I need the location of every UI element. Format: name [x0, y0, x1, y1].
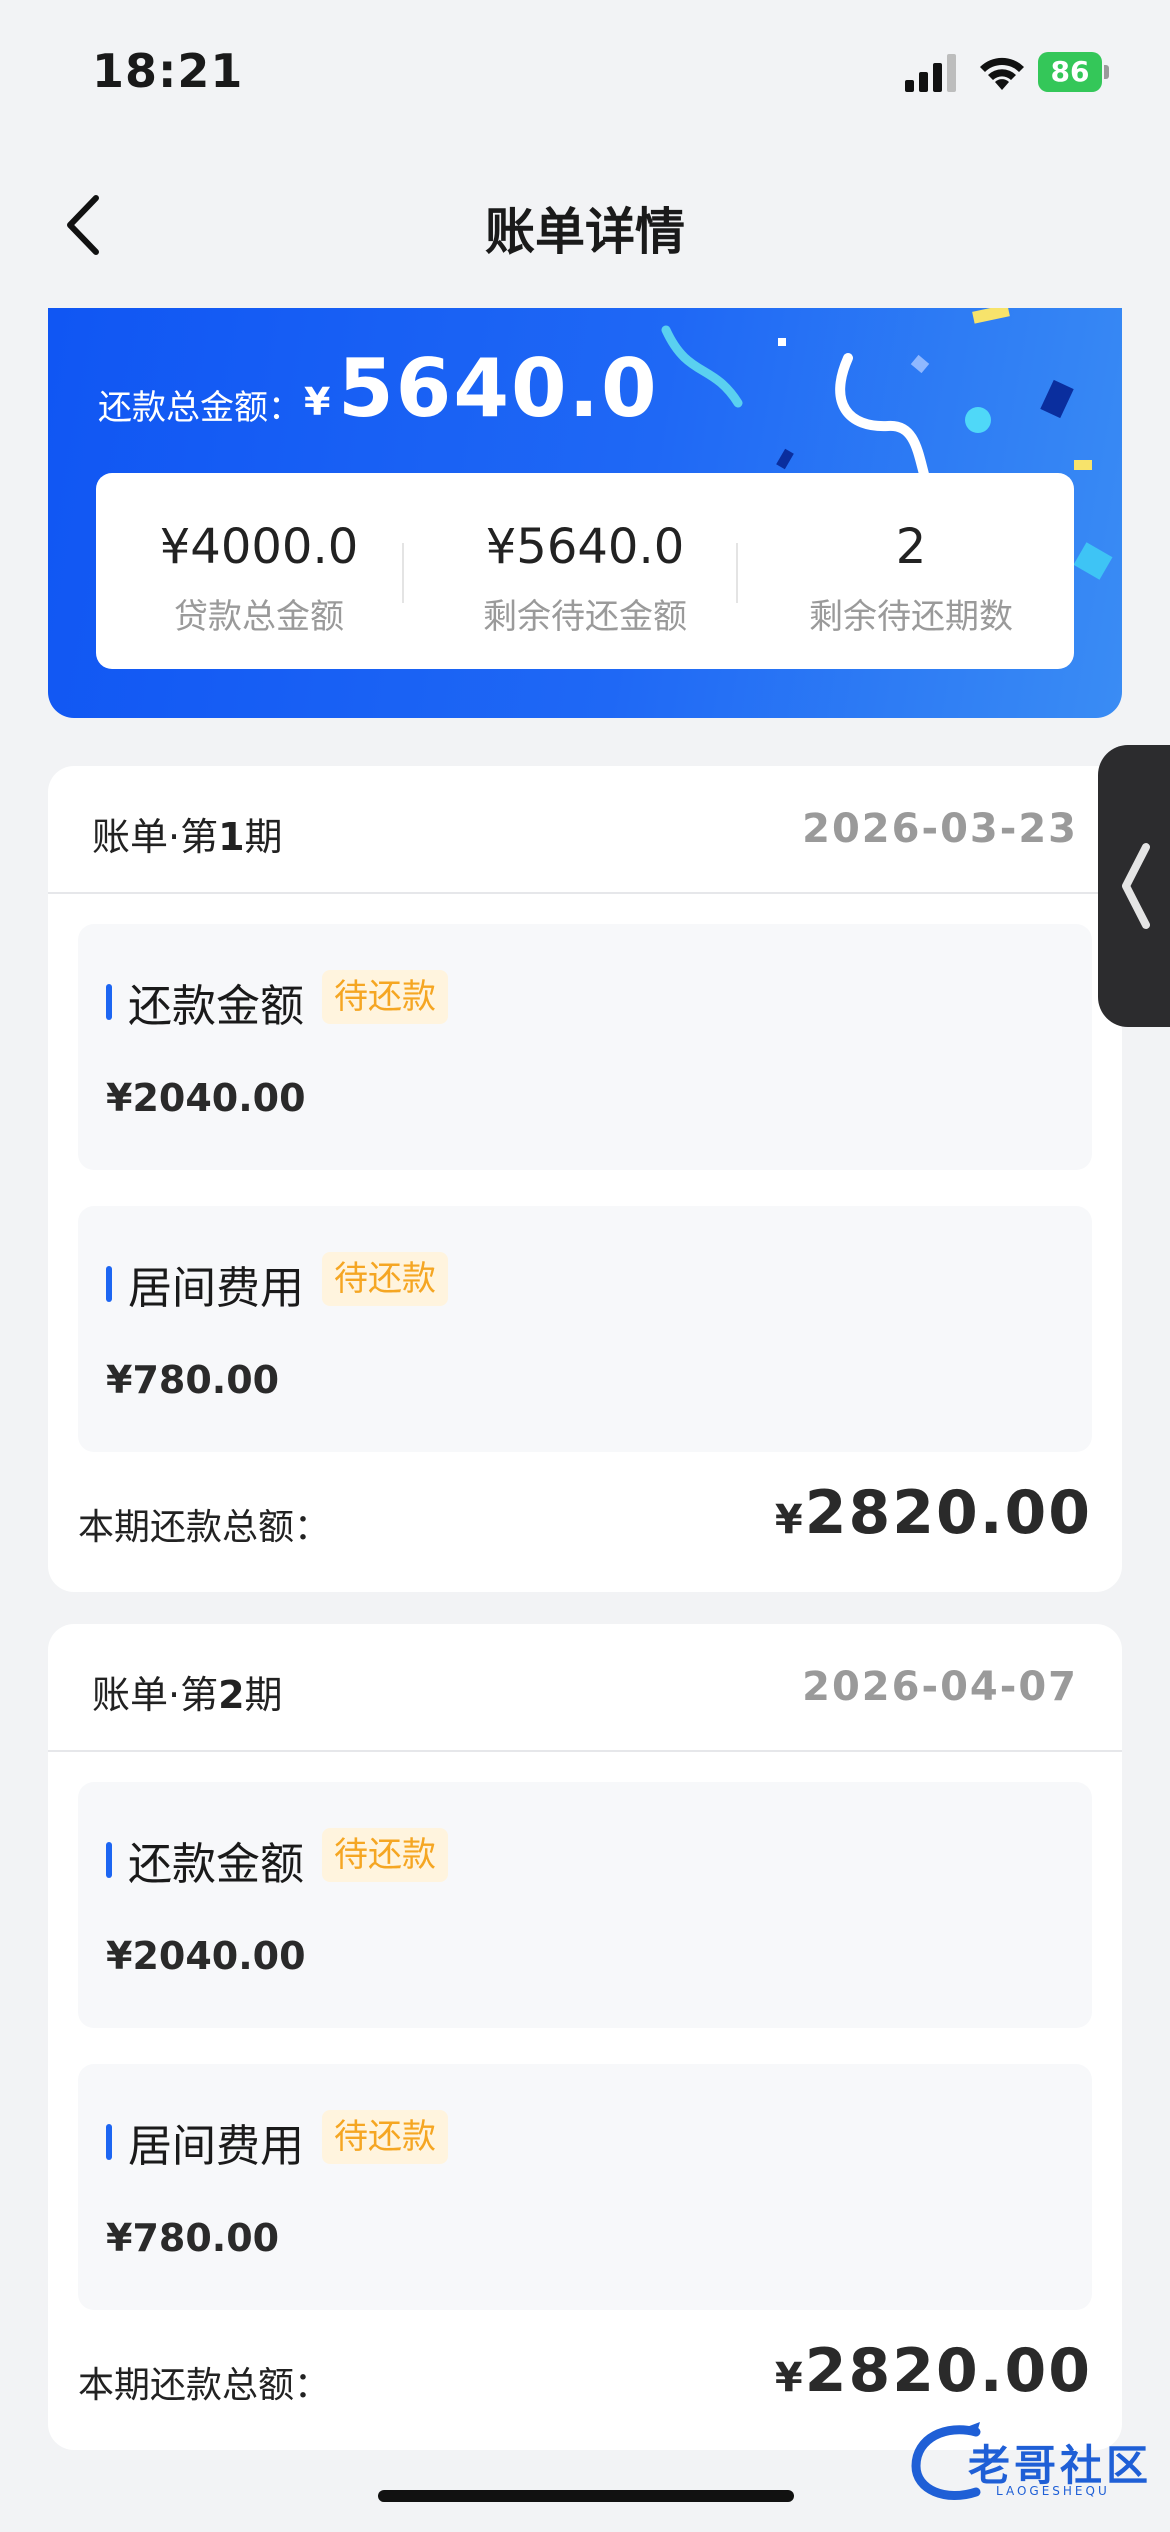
bill-period-title: 账单·第2期 — [92, 1673, 283, 1717]
total-repayment-amount: 5640.0 — [338, 342, 659, 435]
bill-item-repayment: 还款金额 待还款 ¥2040.00 — [78, 924, 1092, 1170]
watermark-logo: 老哥社区 LAOGESHEQU — [906, 2418, 1158, 2508]
item-amount: ¥2040.00 — [106, 1076, 306, 1120]
status-bar: 18:21 86 — [0, 0, 1170, 150]
bill-card-period-2: 账单·第2期 2026-04-07 还款金额 待还款 ¥2040.00 居间费用… — [48, 1624, 1122, 2450]
item-name: 居间费用 — [128, 1263, 304, 1314]
stat-value: 2 — [895, 519, 927, 575]
floating-side-tab[interactable] — [1098, 745, 1170, 1027]
repayment-summary-card: 还款总金额： ¥ 5640.0 ¥4000.0 贷款总金额 ¥5640.0 剩余… — [48, 308, 1122, 718]
status-badge: 待还款 — [322, 1828, 448, 1882]
bill-due-date: 2026-04-07 — [802, 1664, 1078, 1710]
loan-stats-panel: ¥4000.0 贷款总金额 ¥5640.0 剩余待还金额 2 剩余待还期数 — [96, 473, 1074, 669]
bill-due-date: 2026-03-23 — [802, 806, 1078, 852]
period-total-label: 本期还款总额： — [78, 2365, 331, 2406]
bill-card-header: 账单·第1期 2026-03-23 — [48, 766, 1122, 894]
stat-label: 剩余待还期数 — [809, 597, 1013, 637]
accent-bar — [106, 1842, 112, 1878]
accent-bar — [106, 1266, 112, 1302]
accent-bar — [106, 984, 112, 1020]
watermark-subtext: LAOGESHEQU — [996, 2484, 1110, 2498]
stat-remaining-amount: ¥5640.0 剩余待还金额 — [422, 519, 748, 638]
status-badge: 待还款 — [322, 1252, 448, 1306]
item-amount: ¥780.00 — [106, 2216, 280, 2260]
page-title: 账单详情 — [485, 203, 685, 261]
bill-item-repayment: 还款金额 待还款 ¥2040.00 — [78, 1782, 1092, 2028]
period-total-amount: ¥2820.00 — [774, 2336, 1092, 2406]
item-name: 还款金额 — [128, 981, 304, 1032]
period-total-label: 本期还款总额： — [78, 1507, 331, 1548]
nav-bar: 账单详情 — [0, 170, 1170, 280]
status-badge: 待还款 — [322, 970, 448, 1024]
item-amount: ¥2040.00 — [106, 1934, 306, 1978]
bill-item-service-fee: 居间费用 待还款 ¥780.00 — [78, 1206, 1092, 1452]
status-badge: 待还款 — [322, 2110, 448, 2164]
stat-value: ¥5640.0 — [485, 519, 685, 575]
bill-item-service-fee: 居间费用 待还款 ¥780.00 — [78, 2064, 1092, 2310]
total-repayment-label: 还款总金额： — [98, 388, 302, 428]
item-name: 还款金额 — [128, 1839, 304, 1890]
cellular-signal-icon — [905, 54, 956, 92]
status-time: 18:21 — [92, 44, 244, 98]
battery-level: 86 — [1038, 52, 1102, 92]
bill-period-title: 账单·第1期 — [92, 815, 283, 859]
stat-divider — [402, 543, 404, 603]
stat-label: 贷款总金额 — [174, 597, 344, 637]
stat-label: 剩余待还金额 — [483, 597, 687, 637]
battery-icon: 86 — [1038, 52, 1110, 92]
stat-value: ¥4000.0 — [159, 519, 359, 575]
bill-card-period-1: 账单·第1期 2026-03-23 还款金额 待还款 ¥2040.00 居间费用… — [48, 766, 1122, 1592]
stat-loan-total: ¥4000.0 贷款总金额 — [96, 519, 422, 638]
accent-bar — [106, 2124, 112, 2160]
chevron-left-icon — [1122, 843, 1150, 929]
item-amount: ¥780.00 — [106, 1358, 280, 1402]
item-name: 居间费用 — [128, 2121, 304, 2172]
stat-remaining-periods: 2 剩余待还期数 — [748, 519, 1074, 638]
wifi-icon — [980, 57, 1024, 90]
home-indicator[interactable] — [378, 2490, 794, 2502]
bill-card-header: 账单·第2期 2026-04-07 — [48, 1624, 1122, 1752]
currency-symbol: ¥ — [304, 380, 331, 424]
stat-divider — [736, 543, 738, 603]
period-total-amount: ¥2820.00 — [774, 1478, 1092, 1548]
